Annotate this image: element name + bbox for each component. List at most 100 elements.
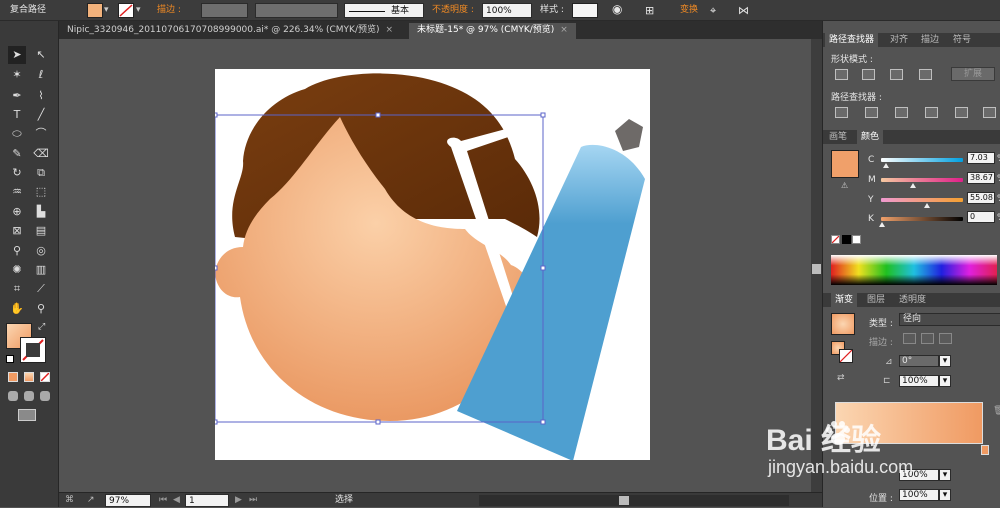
curvature-tool-icon[interactable]: ⌇ <box>32 87 50 105</box>
stroke-within-icon[interactable] <box>903 333 916 344</box>
channel-c-slider[interactable] <box>881 158 963 162</box>
gradient-stroke-box[interactable] <box>839 349 853 363</box>
channel-k-input[interactable]: 0 <box>967 211 995 223</box>
hand-tool-icon[interactable]: ✋ <box>8 300 26 318</box>
direct-selection-tool-icon[interactable]: ↖ <box>32 46 50 64</box>
pen-tool-icon[interactable]: ✒ <box>8 87 26 105</box>
warp-tool-icon[interactable]: ♒ <box>8 183 26 201</box>
none-mode-icon[interactable] <box>40 372 50 382</box>
gradient-preview-swatch[interactable] <box>831 313 855 335</box>
open-in-bridge-icon[interactable]: ↗ <box>87 494 95 507</box>
gradient-mode-icon[interactable] <box>24 372 34 382</box>
recolor-icon[interactable]: ◉ <box>612 2 622 17</box>
location-input[interactable]: 100% <box>899 489 939 501</box>
channel-k-thumb[interactable] <box>879 222 885 227</box>
trim-icon[interactable] <box>865 107 878 118</box>
black-swatch[interactable] <box>842 235 851 244</box>
rotate-tool-icon[interactable]: ↻ <box>8 164 26 182</box>
minus-back-icon[interactable] <box>983 107 996 118</box>
channel-m-input[interactable]: 38.67 <box>967 172 995 184</box>
draw-inside-icon[interactable] <box>40 391 50 401</box>
divide-icon[interactable] <box>835 107 848 118</box>
tab-stroke[interactable]: 描边 <box>917 33 943 47</box>
symbol-sprayer-tool-icon[interactable]: ✺ <box>8 261 26 279</box>
ellipse-tool-icon[interactable]: ⬭ <box>8 125 26 143</box>
merge-icon[interactable] <box>895 107 908 118</box>
free-transform-tool-icon[interactable]: ⬚ <box>32 183 50 201</box>
prev-page-icon[interactable]: ◀ <box>173 494 180 507</box>
close-icon[interactable]: × <box>560 25 568 35</box>
tab-document-nipic[interactable]: Nipic_3320946_20110706170708999000.ai* @… <box>59 23 401 39</box>
next-page-icon[interactable]: ▶ <box>235 494 242 507</box>
aspect-ratio-input[interactable]: 100% <box>899 375 939 387</box>
tab-symbols[interactable]: 符号 <box>949 33 975 47</box>
opacity-label[interactable]: 不透明度 : <box>432 3 474 18</box>
channel-c-thumb[interactable] <box>883 163 889 168</box>
outline-icon[interactable] <box>955 107 968 118</box>
none-swatch[interactable] <box>831 235 840 244</box>
shape-builder-tool-icon[interactable]: ⊕ <box>8 203 26 221</box>
type-tool-icon[interactable]: T <box>8 106 26 124</box>
graphic-style-swatch[interactable] <box>572 3 598 18</box>
column-graph-tool-icon[interactable]: ▥ <box>32 261 50 279</box>
location-dropdown-icon[interactable]: ▾ <box>939 489 951 501</box>
channel-m-slider[interactable] <box>881 178 963 182</box>
tab-transparency[interactable]: 透明度 <box>895 293 930 307</box>
tab-layers[interactable]: 图层 <box>863 293 889 307</box>
magic-wand-tool-icon[interactable]: ✶ <box>8 66 26 84</box>
blend-tool-icon[interactable]: ◎ <box>32 242 50 260</box>
page-number-input[interactable]: 1 <box>185 494 229 507</box>
unite-icon[interactable] <box>835 69 848 80</box>
stroke-across-icon[interactable] <box>939 333 952 344</box>
scale-tool-icon[interactable]: ⧉ <box>32 164 50 182</box>
stroke-dropdown-icon[interactable]: ▾ <box>136 3 141 18</box>
lasso-tool-icon[interactable]: ℓ <box>32 66 50 84</box>
menu-icon[interactable]: ⋈ <box>738 3 749 18</box>
graph-tool-icon[interactable]: ▙ <box>32 203 50 221</box>
expand-button[interactable]: 扩展 <box>951 67 995 81</box>
scroll-thumb[interactable] <box>812 264 821 274</box>
eraser-tool-icon[interactable]: ⌫ <box>32 145 50 163</box>
swap-colors-icon[interactable]: ⤢ <box>38 322 45 332</box>
mesh-tool-icon[interactable]: ⊠ <box>8 222 26 240</box>
zoom-dropdown[interactable]: 97% <box>105 494 151 507</box>
gradient-tool-icon[interactable]: ▤ <box>32 222 50 240</box>
default-colors-icon[interactable] <box>6 355 14 363</box>
artboard-tool-icon[interactable]: ⌗ <box>8 280 26 298</box>
tab-document-untitled[interactable]: 未标题-15* @ 97% (CMYK/预览) × <box>409 23 576 39</box>
canvas-area[interactable] <box>59 39 811 492</box>
first-page-icon[interactable]: ⏮ <box>159 494 167 507</box>
isolate-icon[interactable]: ⌖ <box>710 3 716 18</box>
delete-stop-icon[interactable]: 🗑 <box>993 406 1000 416</box>
color-spectrum[interactable] <box>831 255 997 285</box>
exclude-icon[interactable] <box>919 69 932 80</box>
stroke-profile-dropdown[interactable]: 基本 <box>344 3 424 18</box>
selection-tool-icon[interactable]: ➤ <box>8 46 26 64</box>
channel-y-slider[interactable] <box>881 198 963 202</box>
channel-c-input[interactable]: 7.03 <box>967 152 995 164</box>
angle-dropdown-icon[interactable]: ▾ <box>939 355 951 367</box>
white-swatch[interactable] <box>852 235 861 244</box>
draw-behind-icon[interactable] <box>24 391 34 401</box>
tab-align[interactable]: 对齐 <box>886 33 912 47</box>
paintbrush-tool-icon[interactable]: ⌒ <box>32 125 50 143</box>
variable-width-dropdown[interactable] <box>255 3 338 18</box>
transform-link[interactable]: 变换 <box>680 3 698 18</box>
eyedropper-tool-icon[interactable]: ⚲ <box>8 242 26 260</box>
gradient-stop-end[interactable] <box>981 445 989 455</box>
stroke-swatch[interactable] <box>118 3 134 18</box>
artboard[interactable] <box>212 69 650 461</box>
channel-k-slider[interactable] <box>881 217 963 221</box>
horizontal-scrollbar[interactable] <box>479 495 789 506</box>
fill-dropdown-icon[interactable]: ▾ <box>104 3 109 18</box>
channel-m-thumb[interactable] <box>910 183 916 188</box>
stroke-label[interactable]: 描边 : <box>157 3 181 18</box>
last-page-icon[interactable]: ⏭ <box>249 494 257 507</box>
tab-brushes[interactable]: 画笔 <box>825 130 851 144</box>
hscroll-thumb[interactable] <box>619 496 629 505</box>
align-options-icon[interactable]: ⊞ <box>645 3 654 18</box>
tab-color[interactable]: 颜色 <box>857 130 884 144</box>
draw-normal-icon[interactable] <box>8 391 18 401</box>
panel-fill-swatch[interactable] <box>831 150 859 178</box>
crop-icon[interactable] <box>925 107 938 118</box>
